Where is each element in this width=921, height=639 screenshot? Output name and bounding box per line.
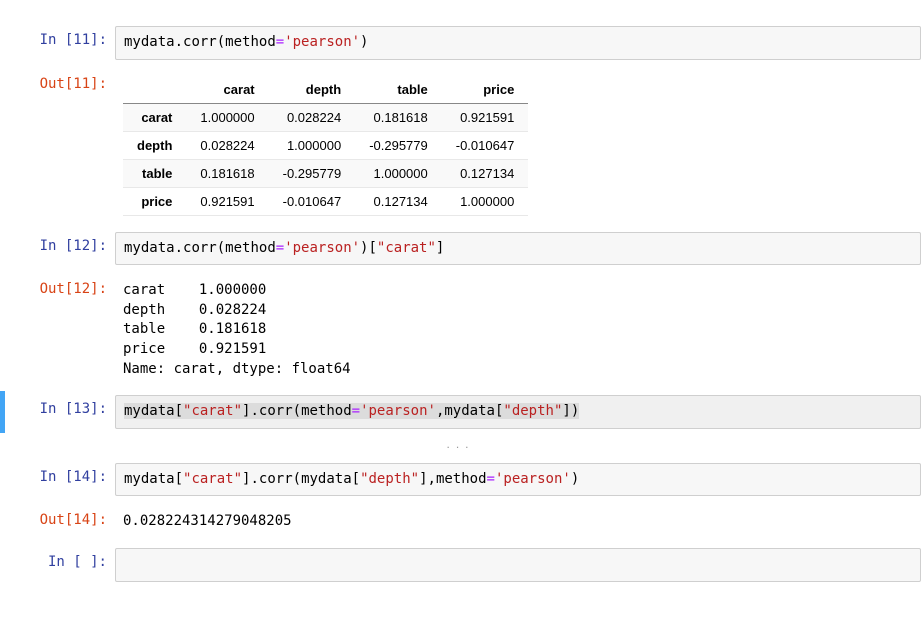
cell-11-input[interactable]: In [11]: mydata.corr(method='pearson')	[0, 22, 921, 64]
table-cell: -0.010647	[442, 131, 529, 159]
table-cell: 0.127134	[355, 187, 442, 215]
table-row-depth: depth	[123, 131, 186, 159]
table-cell: -0.010647	[269, 187, 356, 215]
table-cell: 0.921591	[186, 187, 268, 215]
table-header-row: caratdepthtableprice	[123, 76, 528, 104]
correlation-table: caratdepthtableprice carat1.0000000.0282…	[123, 76, 528, 216]
table-corner	[123, 76, 186, 104]
code-input-13[interactable]: mydata["carat"].corr(method='pearson',my…	[115, 395, 921, 429]
code-input-14[interactable]: mydata["carat"].corr(mydata["depth"],met…	[115, 463, 921, 497]
table-cell: 0.127134	[442, 159, 529, 187]
cell-13-input[interactable]: In [13]: mydata["carat"].corr(method='pe…	[0, 391, 921, 433]
output-text-14: 0.028224314279048205	[115, 506, 921, 538]
table-row-table: table	[123, 159, 186, 187]
table-cell: 1.000000	[186, 103, 268, 131]
table-row-carat: carat	[123, 103, 186, 131]
table-row: price0.921591-0.0106470.1271341.000000	[123, 187, 528, 215]
in-prompt-13: In [13]:	[5, 395, 115, 417]
table-col-price: price	[442, 76, 529, 104]
table-row-price: price	[123, 187, 186, 215]
table-cell: 0.028224	[269, 103, 356, 131]
cell-empty-input[interactable]: In [ ]:	[0, 544, 921, 586]
table-cell: -0.295779	[355, 131, 442, 159]
code-input-11[interactable]: mydata.corr(method='pearson')	[115, 26, 921, 60]
in-prompt-14: In [14]:	[5, 463, 115, 485]
table-col-depth: depth	[269, 76, 356, 104]
table-cell: -0.295779	[269, 159, 356, 187]
code-input-12[interactable]: mydata.corr(method='pearson')["carat"]	[115, 232, 921, 266]
table-row: depth0.0282241.000000-0.295779-0.010647	[123, 131, 528, 159]
table-cell: 0.181618	[186, 159, 268, 187]
in-prompt-12: In [12]:	[5, 232, 115, 254]
cell-12-output: Out[12]: carat 1.000000 depth 0.028224 t…	[0, 271, 921, 389]
table-cell: 1.000000	[442, 187, 529, 215]
table-col-table: table	[355, 76, 442, 104]
table-cell: 0.921591	[442, 103, 529, 131]
cell-14-output: Out[14]: 0.028224314279048205	[0, 502, 921, 542]
out-prompt-14: Out[14]:	[5, 506, 115, 528]
table-cell: 1.000000	[355, 159, 442, 187]
cell-14-input[interactable]: In [14]: mydata["carat"].corr(mydata["de…	[0, 459, 921, 501]
table-cell: 1.000000	[269, 131, 356, 159]
table-row: table0.181618-0.2957791.0000000.127134	[123, 159, 528, 187]
output-dataframe-11: caratdepthtableprice carat1.0000000.0282…	[115, 70, 921, 222]
out-prompt-12: Out[12]:	[5, 275, 115, 297]
table-col-carat: carat	[186, 76, 268, 104]
output-ellipsis: ...	[0, 435, 921, 457]
cell-11-output: Out[11]: caratdepthtableprice carat1.000…	[0, 66, 921, 226]
in-prompt-11: In [11]:	[5, 26, 115, 48]
table-row: carat1.0000000.0282240.1816180.921591	[123, 103, 528, 131]
table-cell: 0.181618	[355, 103, 442, 131]
out-prompt-11: Out[11]:	[5, 70, 115, 92]
in-prompt-empty: In [ ]:	[5, 548, 115, 570]
table-cell: 0.028224	[186, 131, 268, 159]
code-input-empty[interactable]	[115, 548, 921, 582]
cell-12-input[interactable]: In [12]: mydata.corr(method='pearson')["…	[0, 228, 921, 270]
output-text-12: carat 1.000000 depth 0.028224 table 0.18…	[115, 275, 921, 385]
